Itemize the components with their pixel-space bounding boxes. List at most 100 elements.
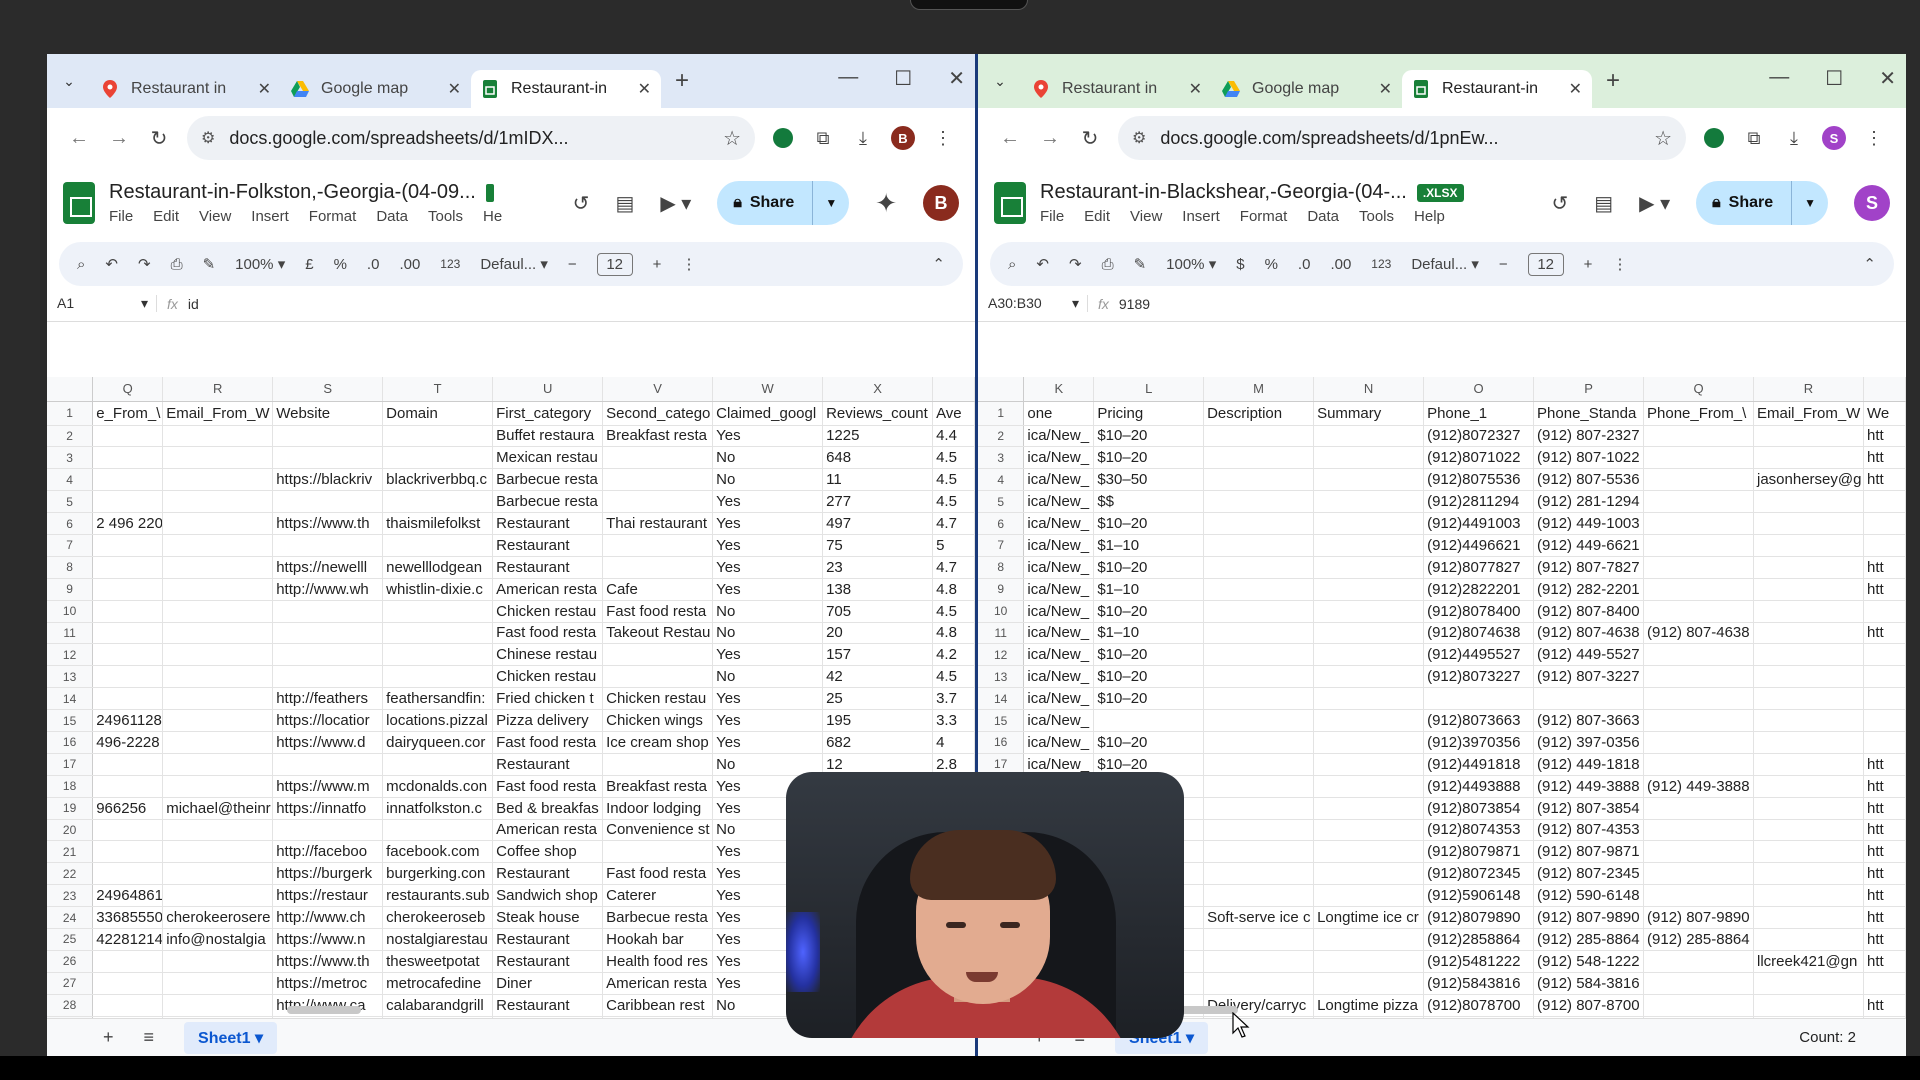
table-cell[interactable] [1533,687,1645,711]
table-cell[interactable]: 277 [822,490,934,514]
table-cell[interactable]: (912)8073227 [1423,665,1535,689]
row-header[interactable]: 9 [47,578,94,601]
table-cell[interactable] [1203,775,1315,798]
row-header[interactable]: 11 [47,622,94,645]
table-cell[interactable] [1203,862,1315,886]
table-cell[interactable]: Breakfast resta [602,775,714,798]
font-select[interactable]: Defaul... ▾ [480,255,548,273]
table-cell[interactable]: nostalgiarestau [382,928,494,951]
column-header[interactable]: W [712,377,824,402]
table-cell[interactable] [1313,534,1425,557]
table-cell[interactable]: htt [1863,578,1906,601]
table-cell[interactable]: (912) 807-9871 [1533,840,1645,864]
table-cell[interactable]: 4.7 [932,512,975,535]
table-cell[interactable] [92,425,164,448]
table-cell[interactable] [1203,578,1315,601]
table-cell[interactable] [162,534,274,557]
table-cell[interactable]: whistlin-dixie.c [382,578,494,601]
new-tab-button[interactable]: + [1606,67,1620,95]
row-header[interactable]: 22 [47,862,94,886]
row-header[interactable]: 8 [47,556,94,579]
table-cell[interactable] [1863,534,1906,557]
table-cell[interactable]: Ave [932,401,975,426]
table-cell[interactable]: Domain [382,401,494,426]
table-cell[interactable] [1643,731,1754,754]
table-cell[interactable]: 4.7 [932,556,975,579]
table-cell[interactable] [382,534,494,557]
table-cell[interactable] [1753,490,1864,514]
menu-edit[interactable]: Edit [153,208,179,225]
table-cell[interactable] [1753,753,1864,776]
table-cell[interactable]: Health food res [602,950,714,973]
table-cell[interactable]: (912) 449-1003 [1533,512,1645,535]
table-cell[interactable] [1203,425,1315,448]
new-tab-button[interactable]: + [675,67,689,95]
table-cell[interactable] [602,753,714,776]
table-cell[interactable]: (912)2822201 [1423,578,1535,601]
menu-view[interactable]: View [199,208,231,225]
table-cell[interactable] [272,446,384,470]
table-cell[interactable]: Yes [712,534,824,557]
table-cell[interactable]: Yes [712,731,824,754]
table-cell[interactable] [1203,534,1315,557]
table-cell[interactable]: Ice cream shop [602,731,714,754]
table-cell[interactable] [92,600,164,623]
table-cell[interactable] [1643,446,1754,470]
table-cell[interactable]: (912)4491003 [1423,512,1535,535]
table-cell[interactable] [1203,928,1315,951]
table-cell[interactable] [1203,468,1315,492]
table-cell[interactable]: Yes [712,643,824,667]
table-cell[interactable] [1203,512,1315,535]
table-cell[interactable] [1643,994,1754,1017]
table-cell[interactable]: 4.5 [932,490,975,514]
table-cell[interactable] [1753,687,1864,711]
table-cell[interactable] [1313,468,1425,492]
row-header[interactable]: 3 [978,446,1025,470]
table-cell[interactable] [162,840,274,864]
table-cell[interactable] [92,468,164,492]
table-cell[interactable] [1203,687,1315,711]
table-cell[interactable]: $10–20 [1093,446,1205,470]
table-cell[interactable]: (912) 807-5536 [1533,468,1645,492]
table-cell[interactable] [1753,446,1864,470]
table-cell[interactable]: mcdonalds.con [382,775,494,798]
table-cell[interactable] [1203,600,1315,623]
table-cell[interactable]: (912)4495527 [1423,643,1535,667]
table-cell[interactable] [1753,556,1864,579]
menu-help[interactable]: He [483,208,502,225]
table-cell[interactable] [1643,490,1754,514]
table-cell[interactable]: ica/New_ [1023,687,1095,711]
table-cell[interactable]: Second_catego [602,401,714,426]
table-cell[interactable]: Restaurant [492,862,604,886]
column-header[interactable]: S [272,377,384,402]
row-header[interactable]: 9 [978,578,1025,601]
table-cell[interactable] [162,884,274,908]
table-cell[interactable]: 3.7 [932,687,975,711]
sheet-tab[interactable]: Sheet1 ▾ [184,1021,277,1054]
column-header[interactable]: R [162,377,274,402]
table-cell[interactable] [1203,709,1315,732]
table-cell[interactable]: $30–50 [1093,468,1205,492]
table-cell[interactable] [1753,512,1864,535]
column-header[interactable]: K [1023,377,1095,402]
row-header[interactable]: 2 [978,425,1025,448]
table-cell[interactable] [162,972,274,995]
table-cell[interactable] [382,753,494,776]
more-icon[interactable]: ⋮ [1612,255,1627,273]
table-cell[interactable] [1643,797,1754,820]
table-cell[interactable]: https://www.th [272,950,384,973]
row-header[interactable]: 7 [47,534,94,557]
table-cell[interactable]: 24964861 [92,884,164,908]
table-cell[interactable]: (912)8074638 [1423,622,1535,645]
row-header[interactable]: 10 [978,600,1025,623]
maximize-icon[interactable]: ☐ [894,66,912,91]
all-sheets-icon[interactable]: ≡ [144,1027,155,1048]
currency-button[interactable]: $ [1236,256,1244,273]
table-cell[interactable]: (912) 449-3888 [1533,775,1645,798]
font-size-decrease[interactable]: − [1499,256,1508,273]
row-header[interactable]: 16 [47,731,94,754]
table-cell[interactable] [1753,862,1864,886]
download-icon[interactable]: ⤓ [1774,128,1814,149]
table-cell[interactable] [1203,490,1315,514]
table-cell[interactable]: ica/New_ [1023,556,1095,579]
